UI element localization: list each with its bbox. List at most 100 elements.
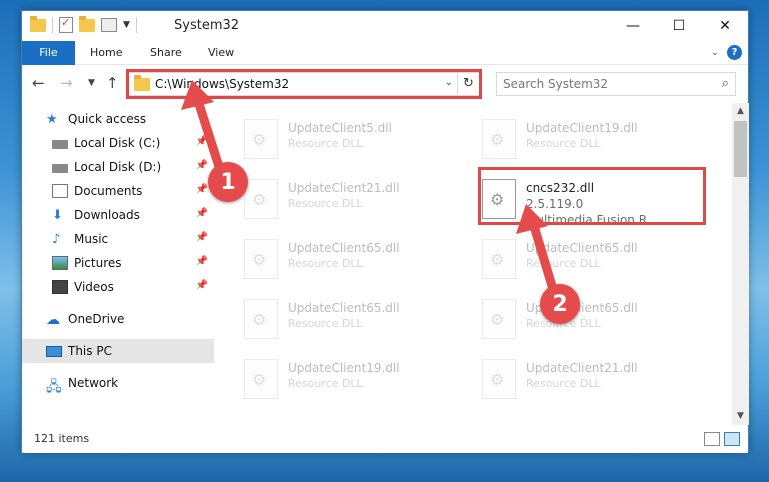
title-bar: ▼ System32 — ☐ ✕ xyxy=(22,11,748,41)
nav-documents[interactable]: Documents 📌 xyxy=(22,179,214,203)
toolbar-separator xyxy=(52,17,53,33)
file-item[interactable]: UpdateClient65.dll Resource DLL xyxy=(236,291,466,349)
file-name: UpdateClient19.dll xyxy=(526,121,638,135)
search-box[interactable]: Search System32 ⌕ xyxy=(496,72,736,96)
tab-home[interactable]: Home xyxy=(90,41,122,65)
address-path[interactable]: C:\Windows\System32 xyxy=(155,77,289,91)
vertical-scrollbar[interactable]: ▲ ▼ xyxy=(732,103,749,425)
window-controls: — ☐ ✕ xyxy=(610,11,748,41)
nav-quick-access[interactable]: ★ Quick access xyxy=(22,107,214,131)
window-title: System32 xyxy=(174,18,240,33)
file-name: UpdateClient21.dll xyxy=(288,181,400,195)
file-item[interactable]: UpdateClient19.dll Resource DLL xyxy=(474,111,704,169)
file-name: UpdateClient65.dll xyxy=(288,241,400,255)
star-icon: ★ xyxy=(46,112,58,127)
nav-label: Documents xyxy=(74,184,143,198)
minimize-button[interactable]: — xyxy=(610,11,656,41)
file-name: cncs232.dll xyxy=(526,181,595,195)
explorer-window: ▼ System32 — ☐ ✕ File Home Share View ⌄ … xyxy=(21,10,749,453)
nav-label: This PC xyxy=(68,344,112,358)
nav-label: Music xyxy=(74,232,109,246)
new-folder-icon[interactable] xyxy=(79,15,95,32)
address-bar[interactable]: C:\Windows\System32 ⌄ ↻ xyxy=(128,72,480,96)
file-item[interactable]: UpdateClient21.dll Resource DLL xyxy=(236,171,466,229)
customize-toolbar-icon[interactable]: ▼ xyxy=(123,20,130,30)
expand-ribbon-icon[interactable]: ⌄ xyxy=(711,47,719,58)
details-view-icon[interactable] xyxy=(704,432,720,446)
file-name: UpdateClient19.dll xyxy=(288,361,400,375)
pin-icon[interactable]: 📌 xyxy=(196,232,208,243)
step-callout-2: 2 xyxy=(540,284,580,324)
nav-pictures[interactable]: Pictures 📌 xyxy=(22,251,214,275)
up-arrow-icon[interactable]: ↑ xyxy=(106,74,119,92)
folder-icon xyxy=(134,75,150,91)
pin-icon[interactable]: 📌 xyxy=(196,280,208,291)
file-description: Multimedia Fusion R... xyxy=(526,213,659,227)
dll-file-icon xyxy=(244,119,278,159)
view-toggle xyxy=(704,432,740,446)
file-item[interactable]: UpdateClient65.dll Resource DLL xyxy=(474,231,704,289)
back-arrow-icon[interactable]: ← xyxy=(32,74,45,92)
pin-icon[interactable]: 📌 xyxy=(196,256,208,267)
pin-icon[interactable]: 📌 xyxy=(196,184,208,195)
search-icon[interactable]: ⌕ xyxy=(722,76,729,91)
file-description: Resource DLL xyxy=(288,137,363,150)
nav-downloads[interactable]: ⬇ Downloads 📌 xyxy=(22,203,214,227)
tab-share[interactable]: Share xyxy=(150,41,182,65)
file-item[interactable]: UpdateClient21.dll Resource DLL xyxy=(474,351,704,409)
nav-this-pc[interactable]: This PC xyxy=(22,339,214,363)
nav-videos[interactable]: Videos 📌 xyxy=(22,275,214,299)
navigation-row: ← → ▼ ↑ C:\Windows\System32 ⌄ ↻ Search S… xyxy=(22,66,748,102)
nav-label: Downloads xyxy=(74,208,140,222)
dll-file-icon xyxy=(482,179,516,219)
view-options-icon[interactable] xyxy=(101,18,117,32)
onedrive-cloud-icon: ☁ xyxy=(46,312,60,328)
toolbar-separator xyxy=(135,17,137,33)
nav-onedrive[interactable]: ☁ OneDrive xyxy=(22,307,214,331)
refresh-icon[interactable]: ↻ xyxy=(457,73,479,95)
scrollbar-thumb[interactable] xyxy=(734,121,747,177)
nav-label: OneDrive xyxy=(68,312,125,326)
file-item[interactable]: UpdateClient19.dll Resource DLL xyxy=(236,351,466,409)
file-name: UpdateClient5.dll xyxy=(288,121,392,135)
scroll-down-icon[interactable]: ▼ xyxy=(732,408,749,425)
drive-icon xyxy=(52,164,68,173)
pin-icon[interactable]: 📌 xyxy=(196,160,208,171)
file-item-cncs232[interactable]: cncs232.dll 2.5.119.0 Multimedia Fusion … xyxy=(474,171,704,229)
recent-locations-icon[interactable]: ▼ xyxy=(88,78,95,88)
network-icon: 🖧 xyxy=(46,379,62,395)
chevron-down-icon[interactable]: ⌄ xyxy=(445,77,453,88)
help-icon[interactable]: ? xyxy=(727,45,742,60)
large-icons-view-icon[interactable] xyxy=(724,432,740,446)
nav-label: Pictures xyxy=(74,256,122,270)
documents-icon xyxy=(52,184,68,198)
file-item[interactable]: UpdateClient65.dll Resource DLL xyxy=(474,291,704,349)
forward-arrow-icon[interactable]: → xyxy=(60,74,73,92)
nav-music[interactable]: ♪ Music 📌 xyxy=(22,227,214,251)
nav-network[interactable]: 🖧 Network xyxy=(22,371,214,395)
tab-file[interactable]: File xyxy=(22,41,75,65)
close-button[interactable]: ✕ xyxy=(702,11,748,41)
file-description: Resource DLL xyxy=(288,317,363,330)
file-description: Resource DLL xyxy=(288,377,363,390)
dll-file-icon xyxy=(244,239,278,279)
pin-icon[interactable]: 📌 xyxy=(196,136,208,147)
pictures-icon xyxy=(52,256,68,270)
scroll-up-icon[interactable]: ▲ xyxy=(732,103,749,120)
file-item[interactable]: UpdateClient65.dll Resource DLL xyxy=(236,231,466,289)
file-item[interactable]: UpdateClient5.dll Resource DLL xyxy=(236,111,466,169)
nav-local-disk-c[interactable]: Local Disk (C:) 📌 xyxy=(22,131,214,155)
properties-icon[interactable] xyxy=(59,16,73,33)
search-input[interactable]: Search System32 xyxy=(503,77,608,91)
nav-label: Videos xyxy=(74,280,114,294)
dll-file-icon xyxy=(244,299,278,339)
maximize-button[interactable]: ☐ xyxy=(656,11,702,41)
tab-view[interactable]: View xyxy=(208,41,234,65)
dll-file-icon xyxy=(482,239,516,279)
nav-local-disk-d[interactable]: Local Disk (D:) 📌 xyxy=(22,155,214,179)
videos-icon xyxy=(52,280,68,294)
file-description: Resource DLL xyxy=(526,137,601,150)
dll-file-icon xyxy=(482,299,516,339)
nav-label: Quick access xyxy=(68,112,147,126)
pin-icon[interactable]: 📌 xyxy=(196,208,208,219)
